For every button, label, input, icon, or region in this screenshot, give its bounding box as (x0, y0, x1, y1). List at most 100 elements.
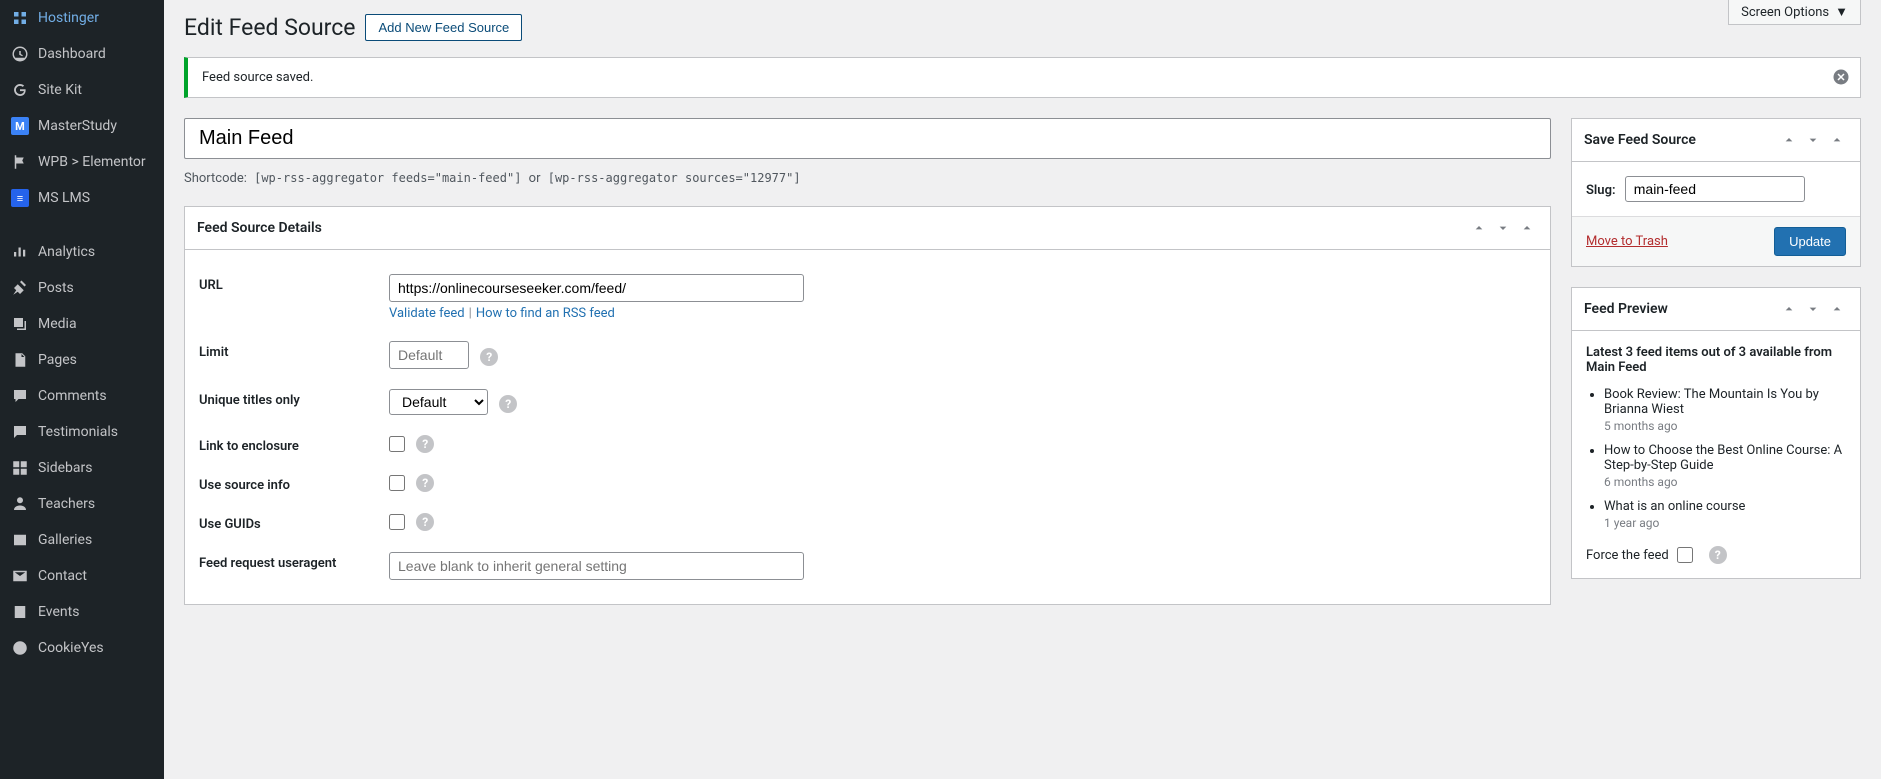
screen-options-toggle[interactable]: Screen Options ▼ (1728, 0, 1861, 25)
sidebar-item-label: Comments (38, 388, 107, 404)
sidebar-item-label: Galleries (38, 532, 92, 548)
force-feed-checkbox[interactable] (1677, 547, 1693, 563)
preview-item: How to Choose the Best Online Course: A … (1604, 443, 1846, 489)
help-icon[interactable]: ? (416, 513, 434, 531)
pages-icon (10, 350, 30, 370)
preview-item-time: 5 months ago (1604, 419, 1846, 433)
calendar-icon (10, 602, 30, 622)
sidebar-item-media[interactable]: Media (0, 306, 164, 342)
gallery-icon (10, 530, 30, 550)
feed-details-box: Feed Source Details URL Validate feed|H (184, 206, 1551, 605)
limit-label: Limit (199, 341, 389, 360)
sidebar-item-label: Contact (38, 568, 87, 584)
useragent-input[interactable] (389, 552, 804, 580)
mail-icon (10, 566, 30, 586)
sidebar-item-label: Pages (38, 352, 77, 368)
sidebar-item-cookieyes[interactable]: CookieYes (0, 630, 164, 666)
sidebar-item-dashboard[interactable]: Dashboard (0, 36, 164, 72)
preview-box-header: Feed Preview (1572, 288, 1860, 331)
validate-feed-link[interactable]: Validate feed (389, 306, 465, 321)
sidebar-item-label: MasterStudy (38, 118, 117, 134)
unique-select[interactable]: Default (389, 389, 488, 415)
preview-item: What is an online course 1 year ago (1604, 499, 1846, 530)
sidebar-item-wpb[interactable]: WPB > Elementor (0, 144, 164, 180)
move-up-button[interactable] (1778, 298, 1800, 320)
sidebar-item-label: Sidebars (38, 460, 92, 476)
sidebar-item-galleries[interactable]: Galleries (0, 522, 164, 558)
sidebar-item-posts[interactable]: Posts (0, 270, 164, 306)
google-icon (10, 80, 30, 100)
success-notice: Feed source saved. (184, 57, 1861, 98)
sidebar-item-sidebars[interactable]: Sidebars (0, 450, 164, 486)
sidebar-item-pages[interactable]: Pages (0, 342, 164, 378)
slug-input[interactable] (1625, 176, 1805, 202)
sidebar-item-testimonials[interactable]: Testimonials (0, 414, 164, 450)
feed-details-title: Feed Source Details (197, 220, 322, 236)
help-icon[interactable]: ? (499, 395, 517, 413)
update-button[interactable]: Update (1774, 227, 1846, 256)
sidebar-item-label: CookieYes (38, 640, 104, 656)
toggle-panel-button[interactable] (1826, 298, 1848, 320)
toggle-panel-button[interactable] (1826, 129, 1848, 151)
sidebar-item-sitekit[interactable]: Site Kit (0, 72, 164, 108)
sidebar-item-events[interactable]: Events (0, 594, 164, 630)
url-input[interactable] (389, 274, 804, 302)
sidebar-item-teachers[interactable]: Teachers (0, 486, 164, 522)
help-icon[interactable]: ? (416, 474, 434, 492)
preview-item-time: 6 months ago (1604, 475, 1846, 489)
useragent-label: Feed request useragent (199, 552, 389, 571)
sidebar-item-label: Testimonials (38, 424, 118, 440)
limit-input[interactable] (389, 341, 469, 369)
shortcode-row: Shortcode: [wp-rss-aggregator feeds="mai… (184, 171, 1551, 186)
preview-item-title: What is an online course (1604, 499, 1745, 514)
add-new-button[interactable]: Add New Feed Source (365, 14, 522, 41)
pin-icon (10, 278, 30, 298)
move-up-button[interactable] (1468, 217, 1490, 239)
enclosure-checkbox[interactable] (389, 436, 405, 452)
page-title: Edit Feed Source (184, 14, 355, 41)
sidebar-item-analytics[interactable]: Analytics (0, 234, 164, 270)
enclosure-label: Link to enclosure (199, 435, 389, 454)
sidebar-item-label: Hostinger (38, 10, 99, 26)
chevron-down-icon: ▼ (1835, 4, 1848, 20)
layout-icon (10, 458, 30, 478)
help-icon[interactable]: ? (1709, 546, 1727, 564)
notice-message: Feed source saved. (202, 70, 313, 85)
testimonial-icon (10, 422, 30, 442)
preview-item-time: 1 year ago (1604, 516, 1846, 530)
main-content: Screen Options ▼ Edit Feed Source Add Ne… (164, 0, 1881, 779)
slug-label: Slug: (1586, 183, 1616, 198)
help-icon[interactable]: ? (480, 348, 498, 366)
media-icon (10, 314, 30, 334)
sidebar-item-label: Site Kit (38, 82, 82, 98)
save-box: Save Feed Source Slug: Move to Trash Upd… (1571, 118, 1861, 267)
sidebar-item-comments[interactable]: Comments (0, 378, 164, 414)
move-down-button[interactable] (1802, 129, 1824, 151)
sidebar-item-masterstudy[interactable]: M MasterStudy (0, 108, 164, 144)
help-icon[interactable]: ? (416, 435, 434, 453)
cookie-icon (10, 638, 30, 658)
flag-icon (10, 152, 30, 172)
sidebar-item-contact[interactable]: Contact (0, 558, 164, 594)
sourceinfo-checkbox[interactable] (389, 475, 405, 491)
move-down-button[interactable] (1492, 217, 1514, 239)
page-header: Edit Feed Source Add New Feed Source (184, 14, 1861, 41)
force-feed-label: Force the feed (1586, 548, 1669, 563)
preview-item: Book Review: The Mountain Is You by Bria… (1604, 387, 1846, 433)
sidebar-item-label: Posts (38, 280, 74, 296)
dismiss-notice-button[interactable] (1832, 68, 1852, 88)
teachers-icon (10, 494, 30, 514)
guids-checkbox[interactable] (389, 514, 405, 530)
move-up-button[interactable] (1778, 129, 1800, 151)
move-down-button[interactable] (1802, 298, 1824, 320)
move-to-trash-link[interactable]: Move to Trash (1586, 234, 1668, 249)
analytics-icon (10, 242, 30, 262)
howto-link[interactable]: How to find an RSS feed (476, 306, 615, 321)
mslms-icon: ≡ (10, 188, 30, 208)
toggle-panel-button[interactable] (1516, 217, 1538, 239)
feed-title-input[interactable] (184, 118, 1551, 159)
masterstudy-icon: M (10, 116, 30, 136)
sidebar-item-hostinger[interactable]: Hostinger (0, 0, 164, 36)
sidebar-item-mslms[interactable]: ≡MS LMS (0, 180, 164, 216)
save-box-title: Save Feed Source (1584, 132, 1696, 148)
